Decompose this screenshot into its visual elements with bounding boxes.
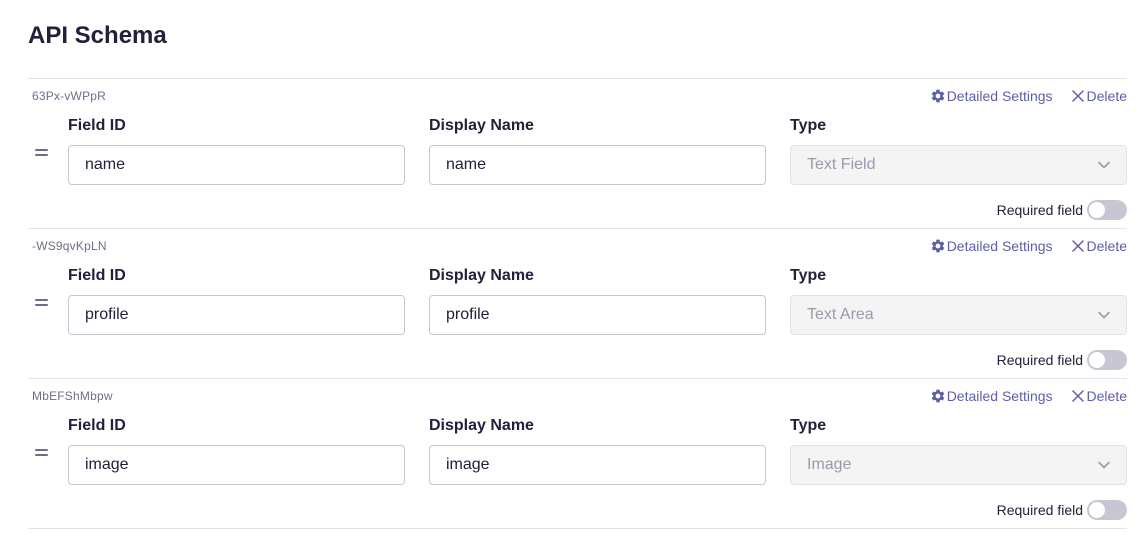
type-select-value: Image <box>807 456 852 473</box>
delete-label: Delete <box>1086 238 1127 254</box>
type-group: Type Text Area <box>790 266 1127 335</box>
field-id-label: Field ID <box>68 417 126 434</box>
schema-field-row: -WS9qvKpLN Detailed Settings Delete Fiel… <box>28 228 1127 378</box>
required-field-toggle[interactable] <box>1087 500 1127 520</box>
type-select-value: Text Field <box>807 156 876 173</box>
delete-button[interactable]: Delete <box>1071 88 1127 104</box>
chevron-down-icon <box>1098 311 1110 319</box>
display-name-input[interactable] <box>429 145 766 185</box>
type-group: Type Image <box>790 416 1127 485</box>
delete-label: Delete <box>1086 88 1127 104</box>
delete-label: Delete <box>1086 388 1127 404</box>
chevron-down-icon <box>1098 461 1110 469</box>
detailed-settings-button[interactable]: Detailed Settings <box>930 388 1053 404</box>
required-field-control: Required field <box>997 350 1127 370</box>
toggle-knob <box>1089 502 1105 518</box>
required-field-label: Required field <box>996 502 1083 518</box>
display-name-group: Display Name <box>429 266 766 335</box>
field-actions: Detailed Settings Delete <box>930 388 1127 404</box>
detailed-settings-label: Detailed Settings <box>946 88 1053 104</box>
field-id-label: Field ID <box>68 117 126 134</box>
schema-field-row: MbEFShMbpw Detailed Settings Delete Fiel… <box>28 378 1127 529</box>
display-name-input[interactable] <box>429 295 766 335</box>
close-icon <box>1071 240 1084 252</box>
type-select[interactable]: Text Field <box>790 145 1127 185</box>
close-icon <box>1071 390 1084 402</box>
drag-handle-icon[interactable] <box>35 449 48 457</box>
display-name-label: Display Name <box>429 267 534 284</box>
field-id-label: Field ID <box>68 267 126 284</box>
type-group: Type Text Field <box>790 116 1127 185</box>
field-id-group: Field ID <box>68 116 405 185</box>
close-icon <box>1071 90 1084 102</box>
type-label: Type <box>790 117 827 134</box>
detailed-settings-label: Detailed Settings <box>946 238 1053 254</box>
field-id-group: Field ID <box>68 266 405 335</box>
delete-button[interactable]: Delete <box>1071 388 1127 404</box>
type-select[interactable]: Text Area <box>790 295 1127 335</box>
toggle-knob <box>1089 352 1105 368</box>
required-field-toggle[interactable] <box>1087 350 1127 370</box>
type-select[interactable]: Image <box>790 445 1127 485</box>
detailed-settings-button[interactable]: Detailed Settings <box>930 238 1053 254</box>
required-field-toggle[interactable] <box>1087 200 1127 220</box>
gear-icon <box>931 89 944 103</box>
delete-button[interactable]: Delete <box>1071 238 1127 254</box>
field-actions: Detailed Settings Delete <box>930 238 1127 254</box>
required-field-label: Required field <box>996 352 1083 368</box>
field-id-group: Field ID <box>68 416 405 485</box>
drag-handle-icon[interactable] <box>35 299 48 307</box>
chevron-down-icon <box>1098 161 1110 169</box>
field-id-input[interactable] <box>68 295 405 335</box>
field-key: -WS9qvKpLN <box>32 239 107 253</box>
detailed-settings-button[interactable]: Detailed Settings <box>930 88 1053 104</box>
display-name-group: Display Name <box>429 116 766 185</box>
required-field-label: Required field <box>996 202 1083 218</box>
detailed-settings-label: Detailed Settings <box>946 388 1053 404</box>
required-field-control: Required field <box>997 200 1127 220</box>
field-id-input[interactable] <box>68 145 405 185</box>
type-label: Type <box>790 267 827 284</box>
display-name-group: Display Name <box>429 416 766 485</box>
type-label: Type <box>790 417 827 434</box>
type-select-value: Text Area <box>807 306 874 323</box>
display-name-input[interactable] <box>429 445 766 485</box>
drag-handle-icon[interactable] <box>35 149 48 157</box>
schema-field-list: 63Px-vWPpR Detailed Settings Delete Fiel… <box>28 78 1127 529</box>
required-field-control: Required field <box>997 500 1127 520</box>
page-title: API Schema <box>28 22 167 49</box>
gear-icon <box>931 239 944 253</box>
field-key: 63Px-vWPpR <box>32 89 107 103</box>
schema-field-row: 63Px-vWPpR Detailed Settings Delete Fiel… <box>28 78 1127 228</box>
toggle-knob <box>1089 202 1105 218</box>
gear-icon <box>931 389 944 403</box>
field-id-input[interactable] <box>68 445 405 485</box>
field-actions: Detailed Settings Delete <box>930 88 1127 104</box>
display-name-label: Display Name <box>429 417 534 434</box>
field-key: MbEFShMbpw <box>32 389 113 403</box>
display-name-label: Display Name <box>429 117 534 134</box>
